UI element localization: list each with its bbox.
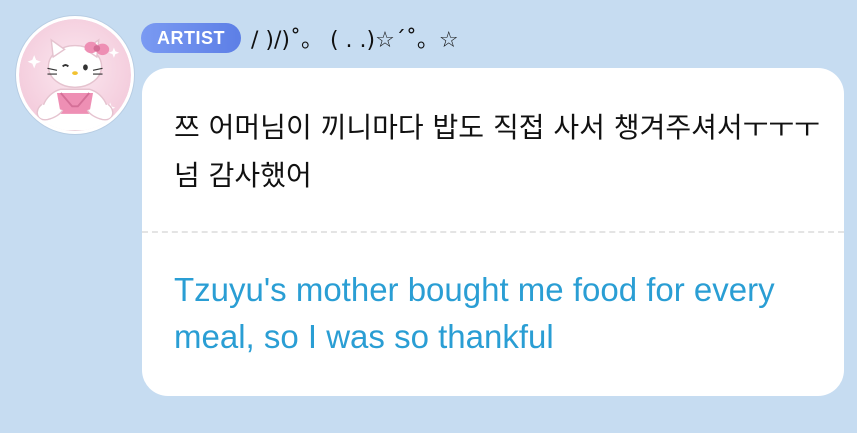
artist-avatar[interactable] — [16, 16, 134, 134]
translation-divider — [142, 231, 844, 233]
artist-badge: ARTIST — [141, 23, 241, 53]
hello-kitty-avatar-icon — [19, 19, 131, 131]
author-name[interactable]: / )/)˚。 ( . .)☆´˚。☆ — [251, 22, 459, 54]
original-message-text: 쯔 어머님이 끼니마다 밥도 직접 사서 챙겨주셔서ㅜㅜㅜ 넘 감사했어 — [174, 111, 820, 192]
translated-message-text: Tzuyu's mother bought me food for every … — [174, 271, 775, 355]
post-header: ARTIST / )/)˚。 ( . .)☆´˚。☆ — [141, 18, 459, 58]
message-bubble[interactable]: 쯔 어머님이 끼니마다 밥도 직접 사서 챙겨주셔서ㅜㅜㅜ 넘 감사했어 Tzu… — [142, 68, 844, 396]
